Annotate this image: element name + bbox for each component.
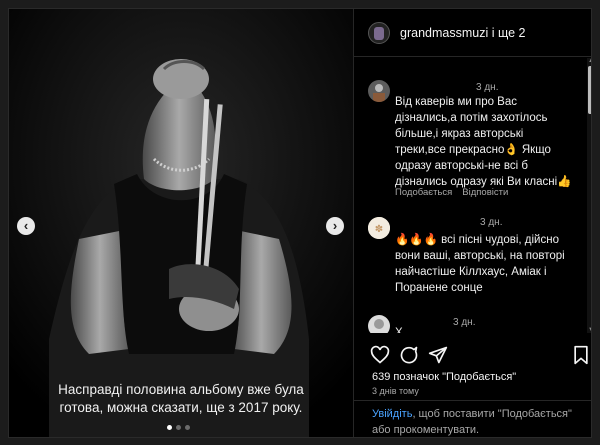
scroll-down-icon[interactable]: ▼	[588, 327, 591, 333]
post-header: grandmassmuzi і ще 2	[354, 9, 591, 57]
comment-text: 🔥🔥🔥 всі пісні чудові, дійсно вони ваші, …	[395, 234, 565, 294]
comments-list[interactable]: 3 дн. Від каверів ми про Вас дізнались,а…	[354, 58, 586, 333]
svg-text:✽: ✽	[375, 224, 383, 235]
heart-icon[interactable]	[370, 345, 390, 365]
author-username[interactable]: grandmassmuzi і ще 2	[400, 26, 525, 40]
likes-count[interactable]: 639 позначок "Подобається"	[372, 371, 516, 383]
post-photo	[9, 9, 353, 437]
commenter-avatar[interactable]	[368, 315, 390, 333]
commenter-avatar[interactable]	[368, 80, 390, 102]
comment-item: ✽ 3 дн. 🔥🔥🔥 всі пісні чудові, дійсно вон…	[368, 215, 578, 325]
comment-item: 3 дн. Х...	[368, 315, 578, 333]
divider	[354, 400, 591, 401]
comments-scrollbar[interactable]: ▲ ▼	[587, 58, 591, 333]
scroll-up-icon[interactable]: ▲	[588, 58, 591, 64]
post-modal: ‹ › Насправді половина альбому вже була …	[8, 8, 592, 438]
post-actions	[354, 343, 591, 367]
post-time: 3 днів тому	[372, 386, 419, 396]
login-link[interactable]: Увійдіть	[372, 408, 412, 420]
post-media[interactable]: ‹ › Насправді половина альбому вже була …	[9, 9, 353, 437]
comment-icon[interactable]	[399, 345, 419, 365]
author-avatar[interactable]	[368, 21, 390, 44]
comment-like-link[interactable]: Подобається	[395, 187, 452, 198]
carousel-dots	[167, 425, 190, 430]
comment-item: 3 дн. Від каверів ми про Вас дізнались,а…	[368, 76, 578, 198]
carousel-dot	[176, 425, 181, 430]
previous-slide-button[interactable]: ‹	[17, 217, 35, 235]
comment-reply-link[interactable]: Відповісти	[462, 187, 508, 198]
commenter-avatar[interactable]: ✽	[368, 217, 390, 239]
next-slide-button[interactable]: ›	[326, 217, 344, 235]
scrollbar-thumb[interactable]	[588, 66, 591, 114]
post-caption: Насправді половина альбому вже була гото…	[58, 382, 304, 415]
login-prompt: Увійдіть, щоб поставити "Подобається" аб…	[372, 406, 587, 437]
comment-time: 3 дн.	[476, 82, 499, 93]
post-sidebar: grandmassmuzi і ще 2 3 дн. Від каверів м…	[353, 9, 591, 437]
comment-time: 3 дн.	[480, 217, 503, 228]
carousel-dot	[167, 425, 172, 430]
comment-actions: Подобається Відповісти	[395, 187, 508, 198]
comment-text: Х...	[395, 327, 413, 333]
bookmark-icon[interactable]	[572, 345, 590, 365]
carousel-dot	[185, 425, 190, 430]
comment-text: Від каверів ми про Вас дізнались,а потім…	[395, 96, 572, 188]
share-icon[interactable]	[428, 345, 448, 365]
